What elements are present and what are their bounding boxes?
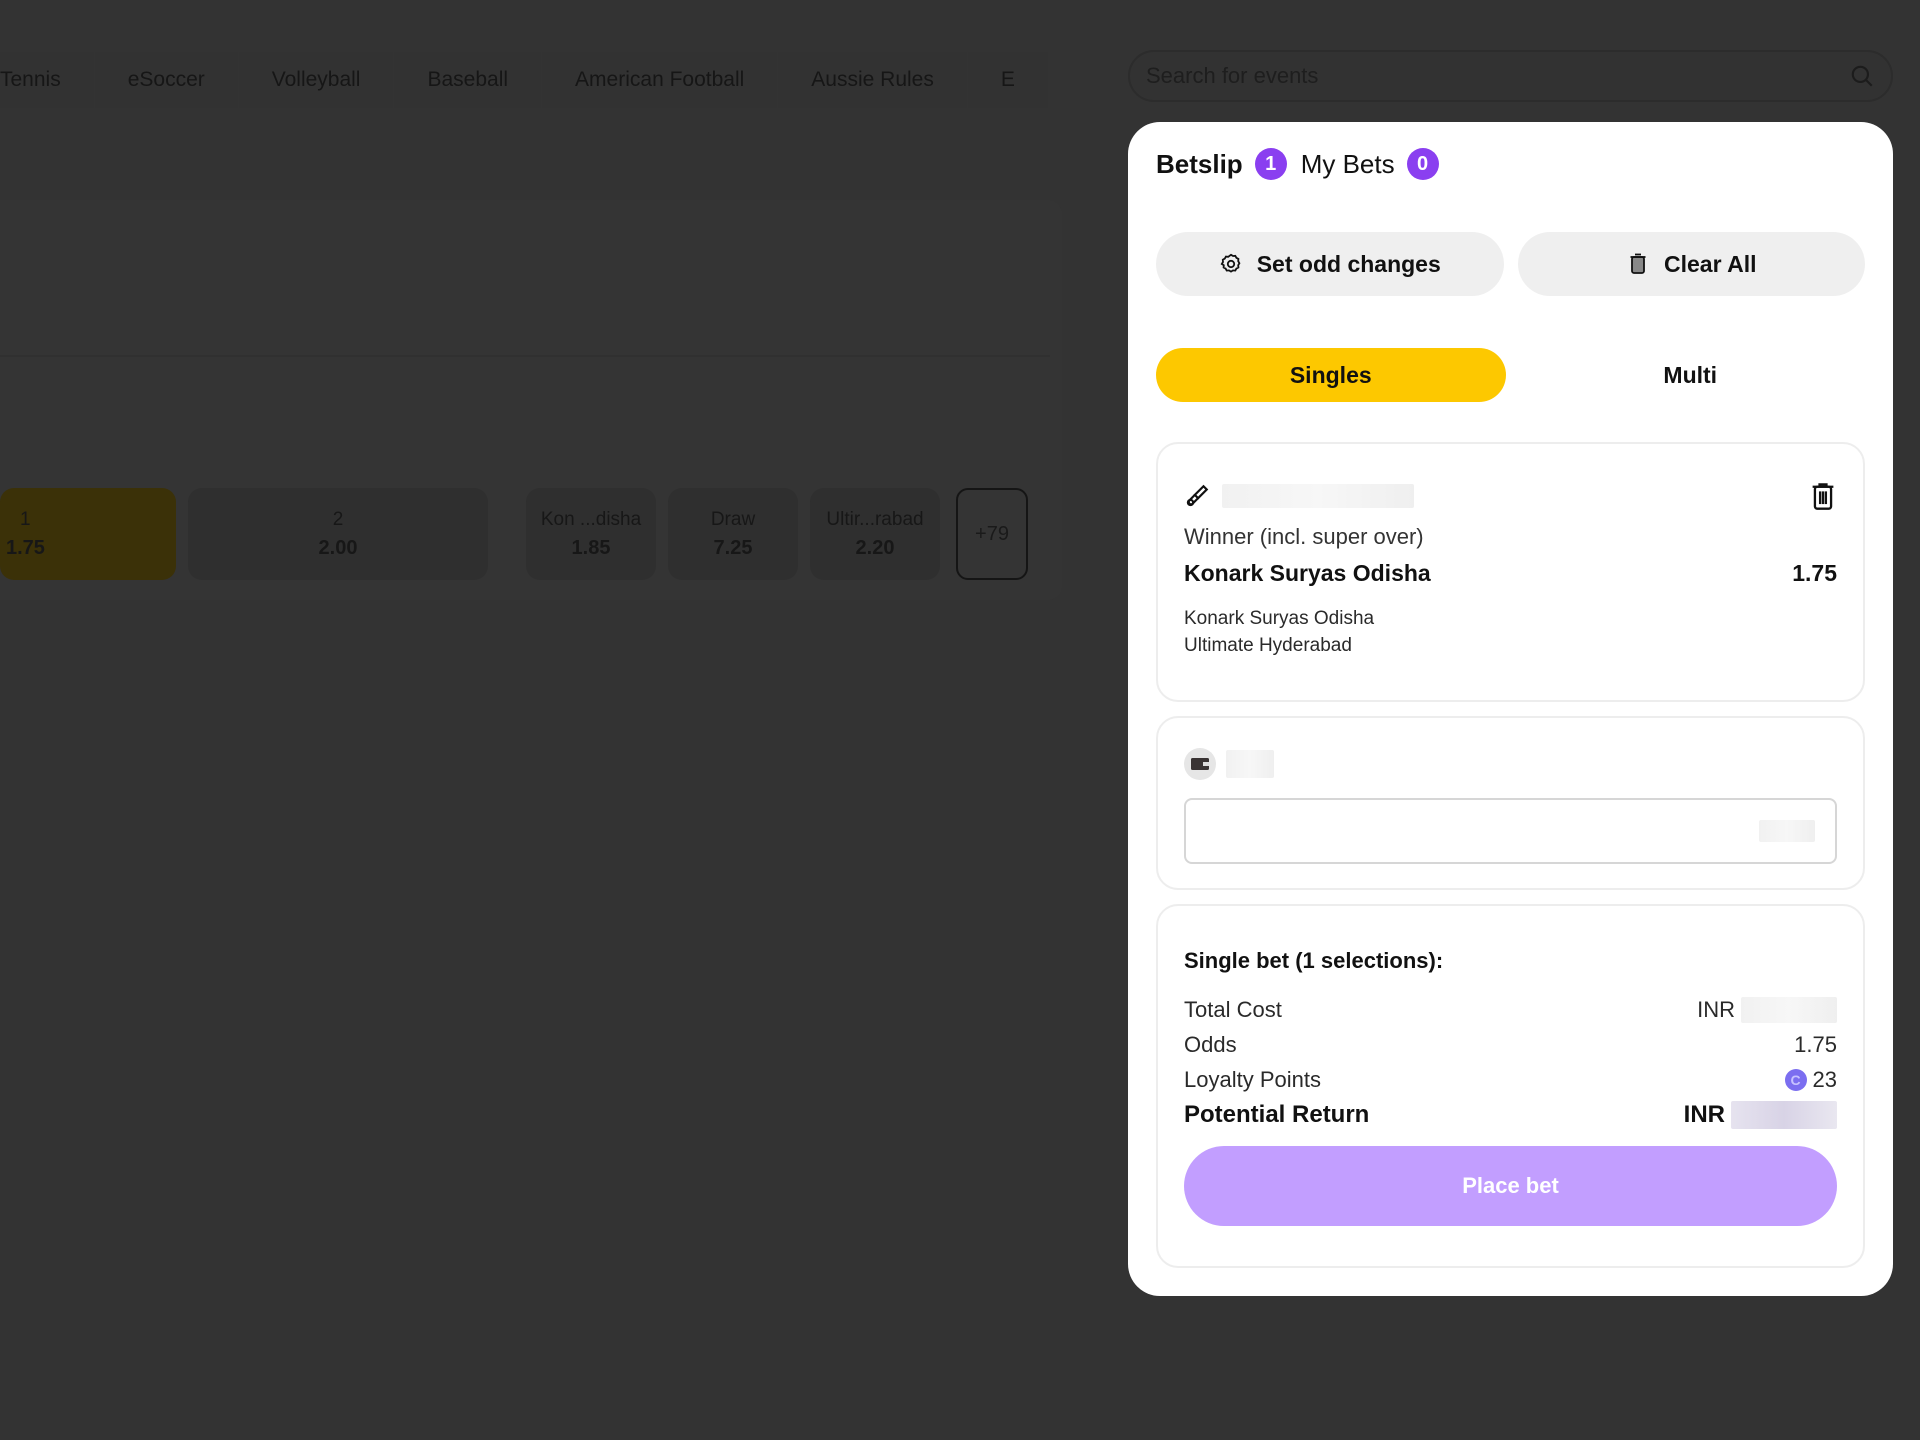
set-odd-changes-label: Set odd changes: [1256, 250, 1441, 277]
tab-betslip-label: Betslip: [1156, 148, 1243, 179]
sport-tab-aussie-rules[interactable]: Aussie Rules: [778, 52, 967, 108]
gear-icon: [1220, 253, 1241, 273]
summary-title: Single bet (1 selections):: [1184, 948, 1444, 973]
potential-return-label: Potential Return: [1184, 1100, 1370, 1128]
odds-label: Odds: [1184, 1031, 1237, 1057]
sports-nav: Tennis eSoccer Volleyball Baseball Ameri…: [0, 52, 1070, 108]
odd-label: Draw: [710, 509, 756, 530]
total-cost-placeholder: [1741, 996, 1837, 1023]
odds-row: Odds 1.75: [1184, 1027, 1837, 1062]
loyalty-points-label: Loyalty Points: [1184, 1066, 1321, 1092]
betslip-actions: Set odd changes Clear All: [1156, 232, 1865, 296]
selection-card: Winner (incl. super over) Konark Suryas …: [1156, 442, 1865, 702]
my-bets-count-badge: 0: [1406, 148, 1439, 180]
wallet-icon: [1184, 748, 1216, 780]
sport-tab-truncated[interactable]: E: [967, 52, 1048, 108]
sport-tab-esoccer[interactable]: eSoccer: [94, 52, 238, 108]
loyalty-coin-icon: C: [1784, 1068, 1807, 1091]
potential-return-row: Potential Return INR: [1184, 1097, 1837, 1132]
betslip-panel: Betslip 1 My Bets 0 Set odd changes Clea…: [1128, 122, 1893, 1296]
odd-value: 2.20: [855, 537, 895, 559]
stake-input[interactable]: [1186, 800, 1759, 862]
sport-tab-american-football[interactable]: American Football: [542, 52, 778, 108]
sport-tab-baseball[interactable]: Baseball: [394, 52, 542, 108]
odd-label: 2: [332, 509, 344, 530]
team-home: Konark Suryas Odisha: [1184, 608, 1375, 629]
tab-my-bets[interactable]: My Bets 0: [1301, 148, 1439, 180]
total-cost-currency: INR: [1697, 996, 1735, 1022]
stake-input-wrapper[interactable]: [1184, 798, 1837, 864]
cricket-icon: [1186, 484, 1209, 507]
bet-mode-tabs: Singles Multi: [1156, 348, 1865, 402]
stake-card: [1156, 716, 1865, 890]
total-cost-row: Total Cost INR: [1184, 992, 1837, 1027]
bet-summary-card: Single bet (1 selections): Total Cost IN…: [1156, 904, 1865, 1268]
odd-label: Ultir...rabad: [826, 509, 924, 530]
potential-return-placeholder: [1731, 1100, 1837, 1129]
search-bar[interactable]: [1128, 50, 1893, 102]
market-name: Winner (incl. super over): [1184, 524, 1424, 549]
sport-tab-tennis[interactable]: Tennis: [0, 52, 94, 108]
odd-button-ultimate[interactable]: Ultir...rabad 2.20: [810, 488, 940, 580]
event-name-placeholder: [1222, 484, 1414, 508]
sport-tab-volleyball[interactable]: Volleyball: [238, 52, 394, 108]
balance-placeholder: [1226, 750, 1274, 778]
betslip-tabs: Betslip 1 My Bets 0: [1156, 122, 1865, 206]
place-bet-button[interactable]: Place bet: [1184, 1146, 1837, 1226]
odd-button-away[interactable]: 2 2.00: [188, 488, 488, 580]
odds-value: 1.75: [1794, 1031, 1837, 1057]
total-cost-label: Total Cost: [1184, 996, 1282, 1022]
trash-icon: [1630, 253, 1646, 274]
odd-value: 2.00: [318, 537, 358, 559]
odd-button-home[interactable]: 1 1.75: [0, 488, 176, 580]
clear-all-label: Clear All: [1664, 250, 1757, 277]
betslip-count-badge: 1: [1254, 148, 1287, 180]
remove-selection-icon[interactable]: [1809, 481, 1837, 511]
tab-multi[interactable]: Multi: [1516, 348, 1866, 402]
search-icon[interactable]: [1849, 63, 1875, 89]
odds-row: 1 1.75 2 2.00 Kon ...disha 1.85 Draw 7.2…: [0, 488, 1028, 580]
selection-pick: Konark Suryas Odisha: [1184, 560, 1431, 586]
tab-my-bets-label: My Bets: [1300, 148, 1395, 179]
match-teams: Konark Suryas Odisha Ultimate Hyderabad: [1184, 605, 1837, 659]
odd-button-konark[interactable]: Kon ...disha 1.85: [526, 488, 656, 580]
match-card-divider: [0, 355, 1050, 357]
currency-placeholder: [1759, 820, 1815, 842]
odd-value: 7.25: [713, 537, 753, 559]
odd-value: 1.75: [6, 537, 45, 559]
loyalty-points-row: Loyalty Points C 23: [1184, 1062, 1837, 1097]
clear-all-button[interactable]: Clear All: [1517, 232, 1865, 296]
tab-singles[interactable]: Singles: [1156, 348, 1506, 402]
odd-button-draw[interactable]: Draw 7.25: [668, 488, 798, 580]
odd-label: Kon ...disha: [540, 509, 642, 530]
tab-betslip[interactable]: Betslip 1: [1156, 148, 1287, 180]
team-away: Ultimate Hyderabad: [1184, 635, 1352, 656]
more-markets-button[interactable]: +79: [956, 488, 1028, 580]
selection-odds: 1.75: [1792, 560, 1837, 586]
loyalty-points-value: 23: [1812, 1066, 1837, 1092]
odd-value: 1.85: [571, 537, 611, 559]
set-odd-changes-button[interactable]: Set odd changes: [1156, 232, 1504, 296]
odd-label: 1: [20, 509, 31, 530]
search-input[interactable]: [1146, 63, 1849, 89]
potential-return-currency: INR: [1683, 1100, 1725, 1128]
